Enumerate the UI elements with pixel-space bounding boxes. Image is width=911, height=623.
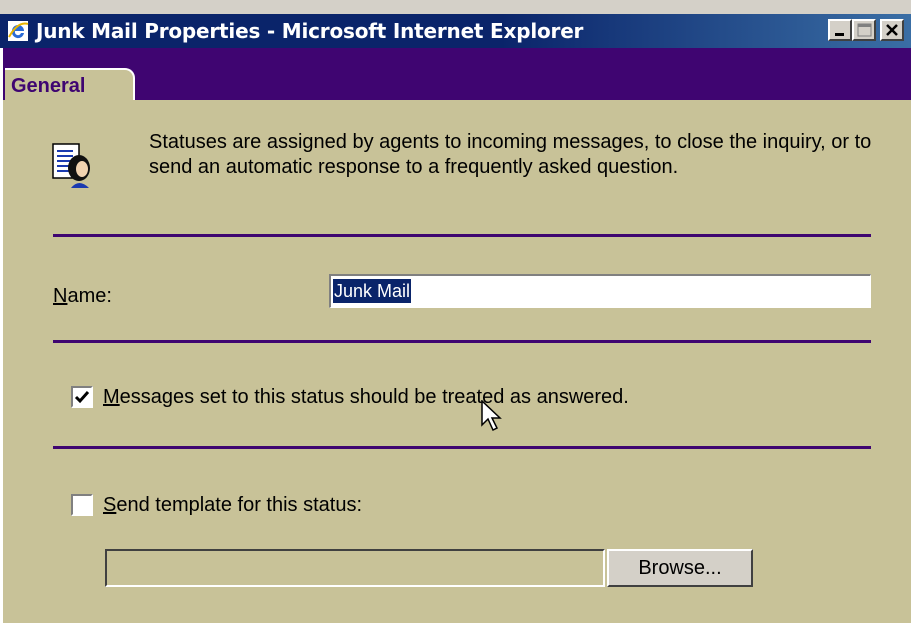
status-document-person-icon: [51, 142, 93, 190]
close-button[interactable]: [880, 19, 904, 41]
minimize-icon: [835, 33, 844, 36]
name-label-text: ame:: [67, 285, 112, 307]
close-icon: [886, 24, 898, 36]
divider: [53, 340, 871, 343]
treat-as-answered-text: essages set to this status should be tre…: [119, 386, 629, 408]
divider: [53, 234, 871, 237]
name-label-accesskey: N: [53, 285, 68, 307]
mouse-pointer-icon: [480, 399, 506, 439]
status-description: Statuses are assigned by agents to incom…: [149, 131, 872, 178]
window-title: Junk Mail Properties - Microsoft Interne…: [36, 19, 584, 43]
minimize-button[interactable]: [828, 19, 852, 41]
treat-as-answered-checkbox[interactable]: [71, 386, 93, 408]
send-template-checkbox[interactable]: [71, 494, 93, 516]
properties-window: Junk Mail Properties - Microsoft Interne…: [0, 0, 911, 623]
treat-as-answered-label[interactable]: Messages set to this status should be tr…: [103, 385, 629, 409]
divider: [53, 446, 871, 449]
template-path-input[interactable]: [105, 549, 605, 587]
internet-explorer-icon[interactable]: [6, 19, 30, 43]
title-bar[interactable]: Junk Mail Properties - Microsoft Interne…: [0, 14, 911, 48]
send-template-accesskey: S: [103, 494, 117, 516]
send-template-label[interactable]: Send template for this status:: [103, 493, 362, 517]
treat-as-answered-accesskey: M: [103, 386, 120, 408]
tab-strip: General: [0, 48, 911, 102]
send-template-text: end template for this status:: [116, 494, 363, 516]
tab-general-label: General: [11, 75, 86, 97]
browse-button[interactable]: Browse...: [607, 549, 753, 587]
name-label: Name:: [53, 284, 112, 308]
tab-general[interactable]: General: [5, 68, 135, 102]
maximize-button[interactable]: [852, 19, 876, 41]
name-input-value: Junk Mail: [333, 279, 412, 303]
maximize-icon: [857, 23, 872, 37]
general-panel: Statuses are assigned by agents to incom…: [0, 100, 911, 623]
name-input[interactable]: Junk Mail: [329, 274, 871, 308]
check-mark-icon: [74, 391, 90, 404]
